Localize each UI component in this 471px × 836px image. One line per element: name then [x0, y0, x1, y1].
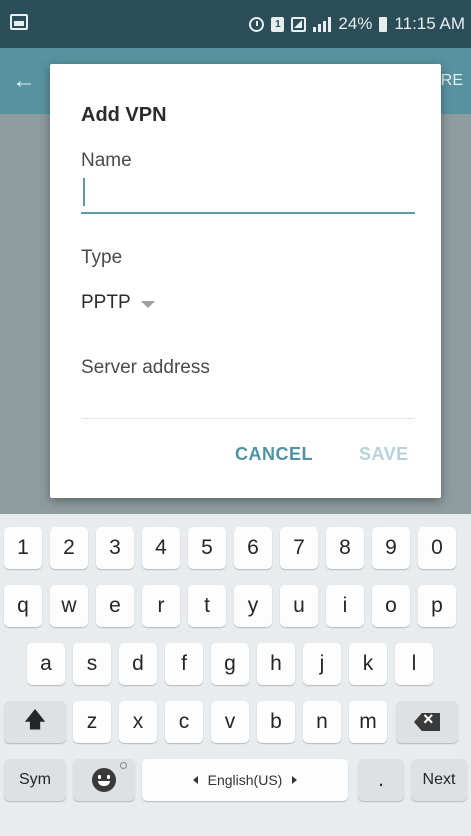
key-x[interactable]: x — [119, 701, 157, 743]
key-w[interactable]: w — [50, 585, 88, 627]
alarm-icon — [249, 16, 265, 32]
key-z[interactable]: z — [73, 701, 111, 743]
network-icon — [291, 16, 307, 32]
text-cursor — [83, 178, 85, 206]
language-prev-icon — [192, 776, 198, 784]
space-label: English(US) — [207, 772, 283, 788]
battery-icon — [379, 16, 388, 32]
status-icons: 1 24% 11:15 AM — [249, 13, 465, 35]
key-5[interactable]: 5 — [188, 527, 226, 569]
key-6[interactable]: 6 — [234, 527, 272, 569]
key-j[interactable]: j — [303, 643, 341, 685]
keyboard-row-asdf: a s d f g h j k l — [0, 643, 471, 698]
key-s[interactable]: s — [73, 643, 111, 685]
key-p[interactable]: p — [418, 585, 456, 627]
clock: 11:15 AM — [394, 14, 465, 33]
add-vpn-dialog: Add VPN Name Type PPTP Server address CA… — [50, 64, 441, 498]
divider — [81, 418, 415, 419]
key-k[interactable]: k — [349, 643, 387, 685]
dropdown-arrow-icon — [140, 300, 155, 308]
key-r[interactable]: r — [142, 585, 180, 627]
key-3[interactable]: 3 — [96, 527, 134, 569]
keyboard-row-zxcv: 🡅 z x c v b n m — [0, 701, 471, 756]
key-2[interactable]: 2 — [50, 527, 88, 569]
key-b[interactable]: b — [257, 701, 295, 743]
name-input[interactable] — [81, 176, 415, 214]
cancel-button[interactable]: CANCEL — [235, 444, 313, 465]
keyboard-row-qwerty: q w e r t y u i o p — [0, 585, 471, 640]
server-address-field[interactable]: Server address — [81, 357, 210, 379]
language-next-icon — [292, 776, 298, 784]
app-bar-action[interactable]: RE — [441, 72, 463, 90]
type-dropdown[interactable]: PPTP — [81, 290, 155, 316]
space-key[interactable]: English(US) — [142, 759, 348, 801]
keyboard-bottom-row: Sym English(US) . Next — [0, 759, 471, 814]
gallery-icon — [10, 14, 28, 30]
key-0[interactable]: 0 — [418, 527, 456, 569]
key-4[interactable]: 4 — [142, 527, 180, 569]
key-o[interactable]: o — [372, 585, 410, 627]
backspace-icon — [414, 713, 440, 731]
backspace-key[interactable] — [396, 701, 458, 743]
key-t[interactable]: t — [188, 585, 226, 627]
shift-arrow-icon: 🡅 — [23, 707, 47, 732]
battery-percent: 24% — [338, 14, 373, 33]
key-y[interactable]: y — [234, 585, 272, 627]
sym-key[interactable]: Sym — [4, 759, 66, 801]
save-button[interactable]: SAVE — [359, 444, 409, 465]
key-8[interactable]: 8 — [326, 527, 364, 569]
keyboard: 1 2 3 4 5 6 7 8 9 0 q w e r t y u i o p … — [0, 514, 471, 836]
key-i[interactable]: i — [326, 585, 364, 627]
key-v[interactable]: v — [211, 701, 249, 743]
signal-icon — [313, 16, 332, 32]
key-h[interactable]: h — [257, 643, 295, 685]
key-m[interactable]: m — [349, 701, 387, 743]
key-u[interactable]: u — [280, 585, 318, 627]
keyboard-number-row: 1 2 3 4 5 6 7 8 9 0 — [0, 527, 471, 582]
sim-icon: 1 — [271, 16, 285, 32]
key-1[interactable]: 1 — [4, 527, 42, 569]
shift-key[interactable]: 🡅 — [4, 701, 66, 743]
key-e[interactable]: e — [96, 585, 134, 627]
key-7[interactable]: 7 — [280, 527, 318, 569]
key-l[interactable]: l — [395, 643, 433, 685]
name-label: Name — [81, 150, 132, 171]
dialog-title: Add VPN — [81, 104, 167, 126]
period-key[interactable]: . — [358, 759, 404, 801]
key-d[interactable]: d — [119, 643, 157, 685]
type-value: PPTP — [81, 292, 131, 313]
emoji-icon — [92, 768, 116, 792]
key-n[interactable]: n — [303, 701, 341, 743]
key-c[interactable]: c — [165, 701, 203, 743]
status-bar: 1 24% 11:15 AM — [0, 0, 471, 48]
next-key[interactable]: Next — [411, 759, 467, 801]
key-q[interactable]: q — [4, 585, 42, 627]
type-label: Type — [81, 247, 123, 268]
key-9[interactable]: 9 — [372, 527, 410, 569]
key-f[interactable]: f — [165, 643, 203, 685]
key-a[interactable]: a — [27, 643, 65, 685]
back-arrow-icon[interactable]: ← — [12, 68, 38, 94]
settings-gear-icon — [120, 762, 127, 769]
key-g[interactable]: g — [211, 643, 249, 685]
emoji-key[interactable] — [73, 759, 135, 801]
